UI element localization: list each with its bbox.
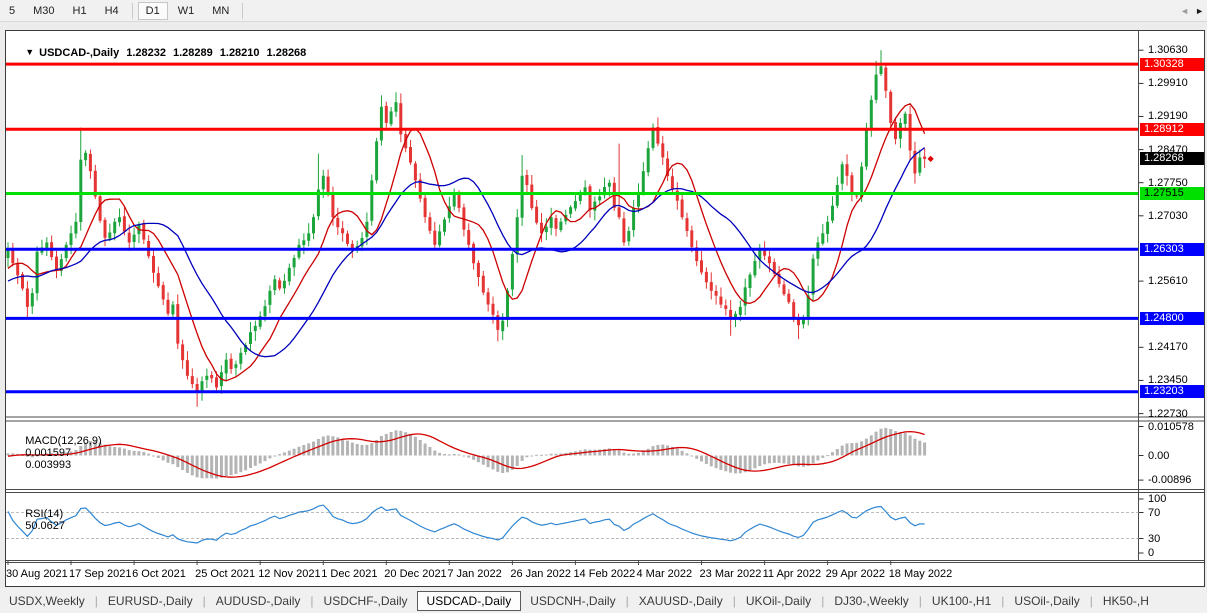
macd-axis-label: 0.010578 bbox=[1148, 421, 1194, 433]
rsi-axis-label: 70 bbox=[1148, 507, 1160, 519]
date-axis-label: 4 Mar 2022 bbox=[637, 568, 693, 580]
date-axis-label: 17 Sep 2021 bbox=[69, 568, 131, 580]
date-axis-label: 1 Dec 2021 bbox=[321, 568, 377, 580]
timeframe-button-mn[interactable]: MN bbox=[204, 2, 237, 20]
rsi-line bbox=[8, 505, 925, 543]
ma-slow-line[interactable] bbox=[8, 148, 925, 357]
timeframe-button-5[interactable]: 5 bbox=[1, 2, 23, 20]
rsi-name: RSI(14) bbox=[25, 508, 63, 520]
ohlc-close: 1.28268 bbox=[267, 47, 307, 59]
date-axis-label: 7 Jan 2022 bbox=[447, 568, 501, 580]
chart-tab-xauusd-daily[interactable]: XAUUSD-,Daily bbox=[630, 591, 732, 611]
timeframe-button-d1[interactable]: D1 bbox=[138, 2, 168, 20]
macd-axis-label: -0.00896 bbox=[1148, 474, 1191, 486]
date-axis-label: 26 Jan 2022 bbox=[510, 568, 571, 580]
tab-scroll-buttons: ◄► bbox=[1177, 6, 1204, 16]
rsi-axis-label: 30 bbox=[1148, 533, 1160, 545]
date-axis-label: 14 Feb 2022 bbox=[573, 568, 635, 580]
level-price-label: 1.27515 bbox=[1140, 187, 1204, 200]
chart-tab-usdcnh-daily[interactable]: USDCNH-,Daily bbox=[521, 591, 624, 611]
timeframe-button-h4[interactable]: H4 bbox=[97, 2, 127, 20]
chart-tab-eurusd-daily[interactable]: EURUSD-,Daily bbox=[99, 591, 202, 611]
ohlc-high: 1.28289 bbox=[173, 47, 213, 59]
macd-signal-line bbox=[8, 432, 925, 478]
timeframe-button-m30[interactable]: M30 bbox=[25, 2, 62, 20]
price-tick-label: 1.29910 bbox=[1148, 77, 1188, 89]
date-axis-label: 6 Oct 2021 bbox=[132, 568, 186, 580]
date-axis-label: 11 Apr 2022 bbox=[763, 568, 822, 580]
chart-symbol-label: USDCAD-,Daily bbox=[39, 47, 119, 59]
timeframe-button-w1[interactable]: W1 bbox=[170, 2, 203, 20]
price-tick-label: 1.22730 bbox=[1148, 408, 1188, 420]
rsi-axis-label: 100 bbox=[1148, 493, 1166, 505]
toolbar-separator bbox=[132, 3, 133, 19]
level-price-label: 1.30328 bbox=[1140, 58, 1204, 71]
chart-tab-ukoil-daily[interactable]: UKOil-,Daily bbox=[737, 591, 820, 611]
rsi-value: 50.0627 bbox=[25, 520, 65, 532]
price-tick-label: 1.29190 bbox=[1148, 110, 1188, 122]
chart-tab-bar: USDX,Weekly|EURUSD-,Daily|AUDUSD-,Daily|… bbox=[0, 588, 1207, 613]
toolbar-separator bbox=[242, 3, 243, 19]
chart-tab-uk100-h1[interactable]: UK100-,H1 bbox=[923, 591, 1000, 611]
chart-tab-dj30-weekly[interactable]: DJ30-,Weekly bbox=[825, 591, 917, 611]
current-price-label: 1.28268 bbox=[1140, 152, 1204, 165]
date-axis-label: 25 Oct 2021 bbox=[195, 568, 255, 580]
chart-tab-usdcad-daily[interactable]: USDCAD-,Daily bbox=[417, 591, 522, 611]
date-axis-label: 30 Aug 2021 bbox=[6, 568, 68, 580]
level-price-label: 1.24800 bbox=[1140, 312, 1204, 325]
candles-group bbox=[7, 50, 927, 407]
level-price-label: 1.26303 bbox=[1140, 243, 1204, 256]
date-axis-label: 12 Nov 2021 bbox=[258, 568, 320, 580]
chart-window: ▼ USDCAD-,Daily 1.28232 1.28289 1.28210 1.282… bbox=[5, 30, 1205, 587]
rsi-indicator-label: RSI(14) 50.0627 bbox=[13, 496, 65, 544]
price-tick-label: 1.27030 bbox=[1148, 210, 1188, 222]
macd-signal-value: 0.003993 bbox=[25, 459, 71, 471]
ohlc-low: 1.28210 bbox=[220, 47, 260, 59]
level-price-label: 1.23203 bbox=[1140, 385, 1204, 398]
rsi-axis-label: 0 bbox=[1148, 547, 1154, 559]
chart-tab-audusd-daily[interactable]: AUDUSD-,Daily bbox=[207, 591, 310, 611]
date-axis-label: 23 Mar 2022 bbox=[700, 568, 762, 580]
ohlc-open: 1.28232 bbox=[126, 47, 166, 59]
tab-scroll-right-icon[interactable]: ► bbox=[1195, 6, 1204, 16]
price-tick-label: 1.30630 bbox=[1148, 44, 1188, 56]
price-tick-label: 1.25610 bbox=[1148, 275, 1188, 287]
chart-tab-usdx-weekly[interactable]: USDX,Weekly bbox=[0, 591, 94, 611]
app-root: { "toolbar": { "buttons": [ {"label": "5… bbox=[0, 0, 1207, 613]
chart-legend: ▼ USDCAD-,Daily 1.28232 1.28289 1.28210 1.282… bbox=[13, 35, 306, 71]
macd-indicator-label: MACD(12,26,9) 0.001597 0.003993 bbox=[13, 423, 102, 483]
chart-plot-area[interactable] bbox=[6, 31, 1204, 586]
price-tick-label: 1.24170 bbox=[1148, 341, 1188, 353]
level-price-label: 1.28912 bbox=[1140, 123, 1204, 136]
ma-fast-line[interactable] bbox=[8, 104, 925, 381]
tab-scroll-left-icon[interactable]: ◄ bbox=[1180, 6, 1189, 16]
macd-name: MACD(12,26,9) bbox=[25, 435, 101, 447]
date-axis-label: 20 Dec 2021 bbox=[384, 568, 446, 580]
timeframe-button-h1[interactable]: H1 bbox=[65, 2, 95, 20]
chart-tab-usoil-daily[interactable]: USOil-,Daily bbox=[1005, 591, 1088, 611]
chart-tab-usdchf-daily[interactable]: USDCHF-,Daily bbox=[315, 591, 417, 611]
date-axis-label: 18 May 2022 bbox=[889, 568, 953, 580]
date-axis-label: 29 Apr 2022 bbox=[826, 568, 885, 580]
macd-main-value: 0.001597 bbox=[25, 447, 71, 459]
price-marker-icon bbox=[928, 156, 934, 162]
timeframe-toolbar: 5M30H1H4 D1W1MN bbox=[0, 0, 1207, 22]
macd-axis-label: 0.00 bbox=[1148, 450, 1169, 462]
chart-dropdown-icon[interactable]: ▼ bbox=[25, 47, 34, 57]
chart-tab-hk50-h[interactable]: HK50-,H bbox=[1094, 591, 1158, 611]
